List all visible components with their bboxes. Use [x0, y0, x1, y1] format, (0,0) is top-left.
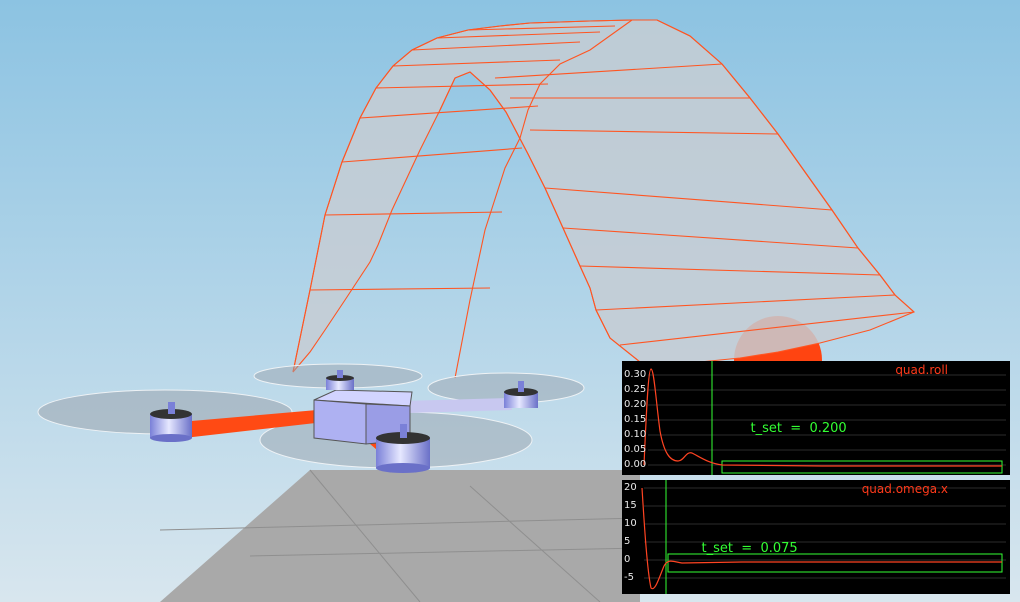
t-set-readout: t_set = 0.075: [701, 541, 798, 556]
plot-title: quad.roll: [895, 363, 948, 377]
plot-quad-omega-x-graph: [641, 480, 1006, 594]
y-tick: 0.20: [624, 399, 647, 410]
y-tick: 0.15: [624, 414, 647, 425]
y-tick: 10: [624, 518, 637, 529]
plot-title: quad.omega.x: [861, 482, 948, 496]
y-tick: -5: [624, 572, 634, 583]
y-tick: 0.05: [624, 444, 647, 455]
y-tick: 5: [624, 536, 631, 547]
y-tick: 0: [624, 554, 631, 565]
plot-quad-omega-x[interactable]: quad.omega.x t_set = 0.075 20 15 10 5 0 …: [622, 480, 1010, 594]
y-tick: 0.25: [624, 384, 647, 395]
plot-quad-roll[interactable]: quad.roll t_set = 0.200 0.30 0.25 0.20 0…: [622, 361, 1010, 475]
y-tick: 0.10: [624, 429, 647, 440]
y-tick: 15: [624, 500, 637, 511]
y-tick: 0.00: [624, 459, 647, 470]
y-tick: 20: [624, 482, 637, 493]
y-tick: 0.30: [624, 369, 647, 380]
t-set-readout: t_set = 0.200: [750, 421, 847, 436]
tolerance-box: [721, 460, 1003, 474]
